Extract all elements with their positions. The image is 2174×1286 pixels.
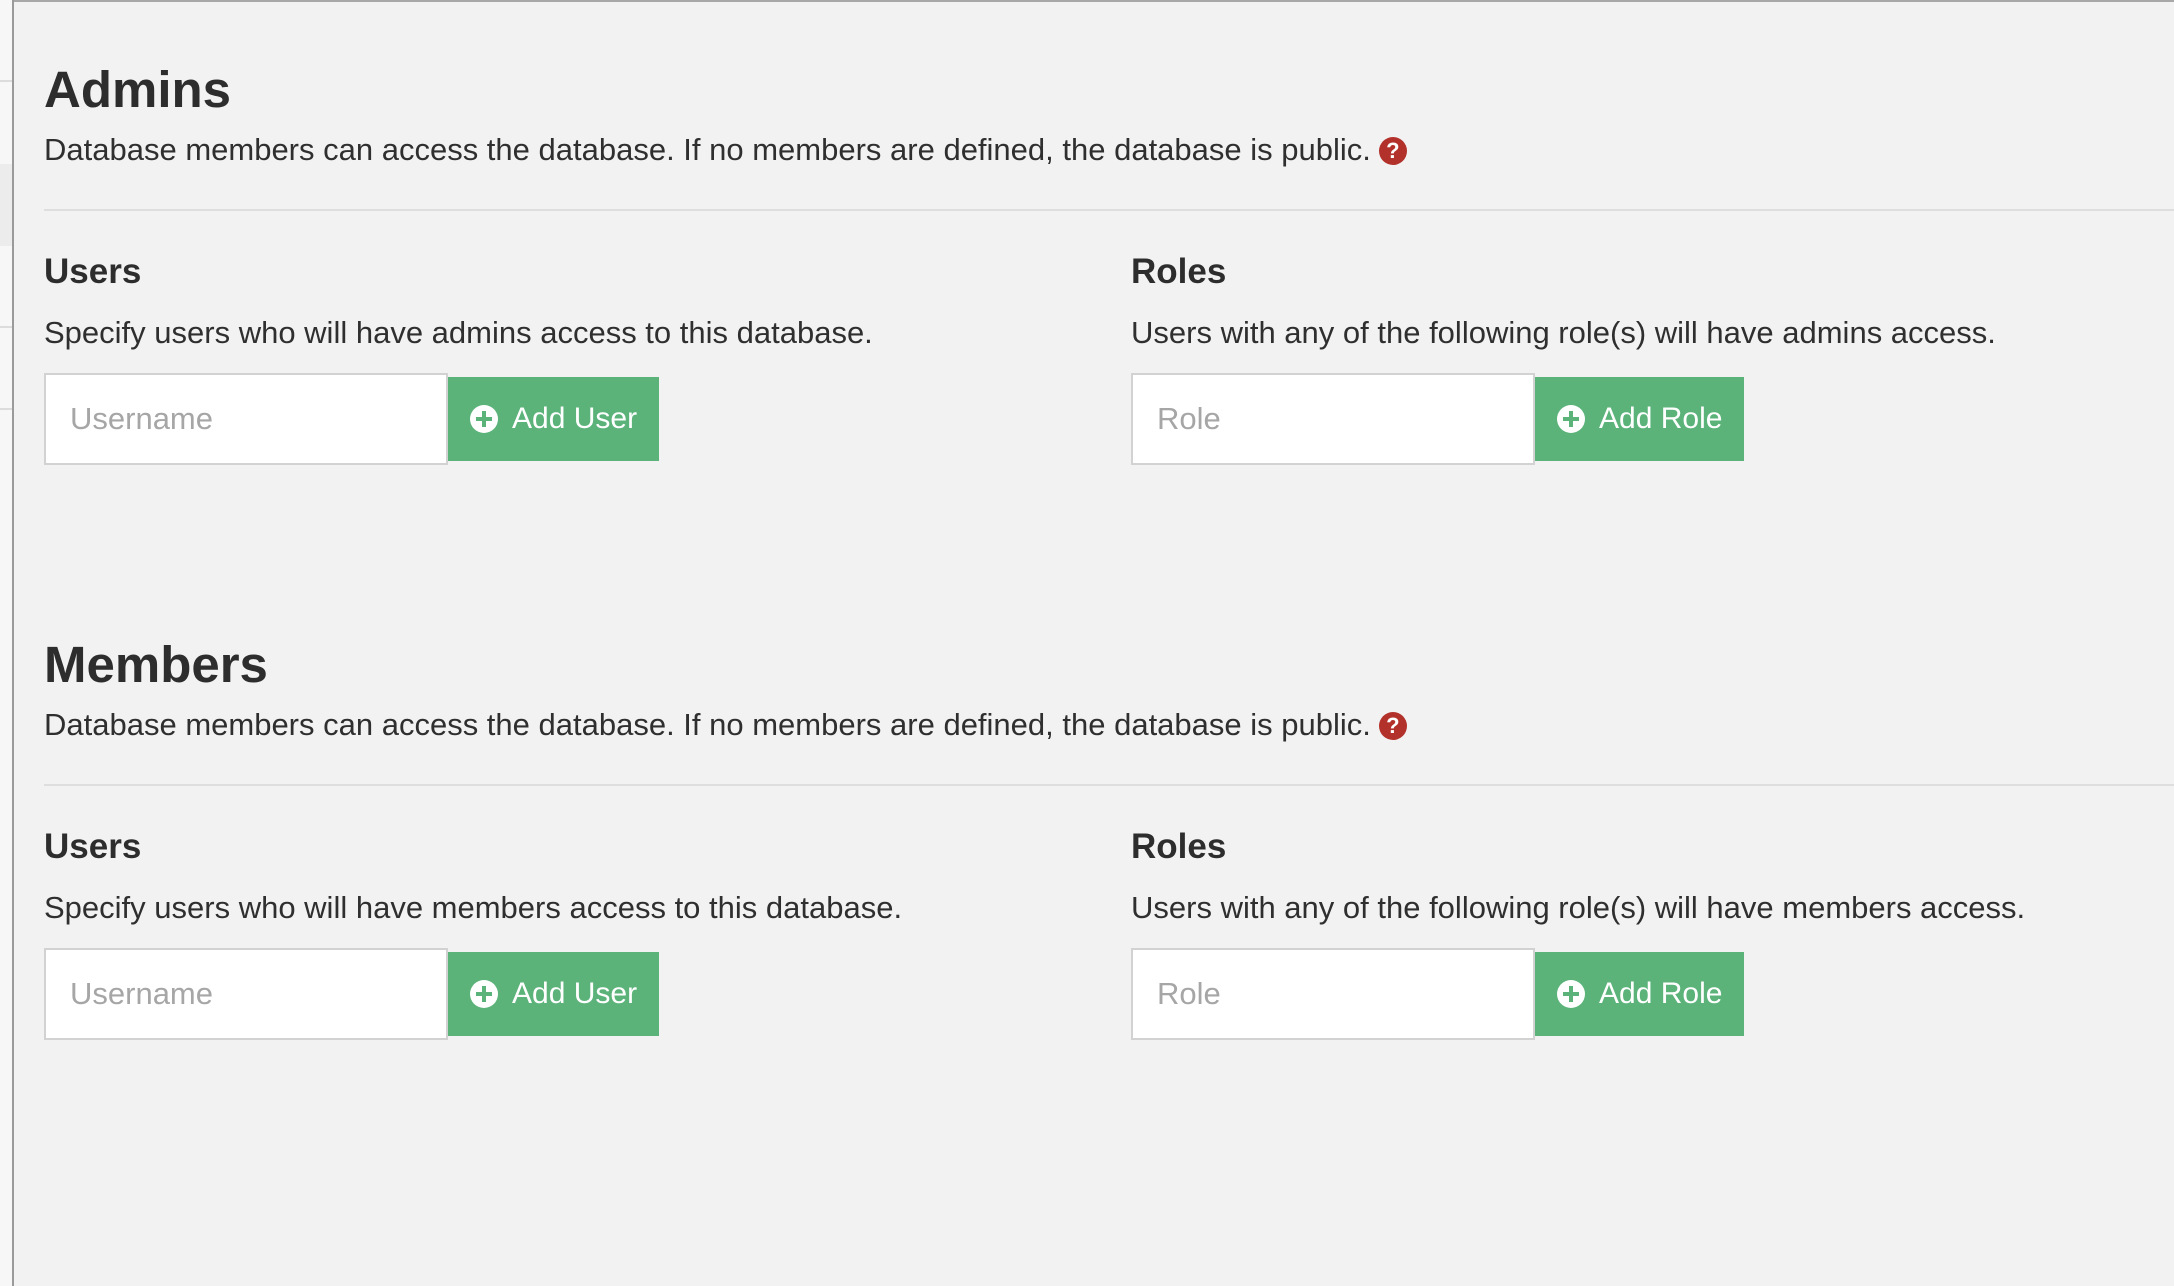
- add-user-label: Add User: [512, 977, 638, 1010]
- section-title: Admins: [44, 61, 232, 118]
- add-user-group: Add User: [44, 373, 660, 465]
- add-role-label: Add Role: [1599, 402, 1723, 435]
- members-role-input[interactable]: [1131, 948, 1535, 1040]
- plus-circle-icon: [1557, 980, 1585, 1008]
- left-panel-divider: [0, 408, 12, 410]
- members-add-user-button[interactable]: Add User: [448, 952, 660, 1036]
- left-panel-shaded-row: [0, 164, 12, 246]
- plus-circle-icon: [470, 980, 498, 1008]
- admins-username-input[interactable]: [44, 373, 448, 465]
- question-circle-icon[interactable]: ?: [1378, 712, 1407, 740]
- plus-circle-icon: [1557, 405, 1585, 433]
- section-description: Database members can access the database…: [44, 705, 1407, 745]
- section-divider: [44, 784, 2174, 786]
- section-divider: [44, 209, 2174, 211]
- roles-description: Users with any of the following role(s) …: [1131, 890, 2026, 925]
- users-title: Users: [44, 827, 142, 866]
- add-user-group: Add User: [44, 948, 660, 1040]
- question-circle-icon[interactable]: ?: [1378, 137, 1407, 165]
- users-title: Users: [44, 252, 142, 291]
- roles-title: Roles: [1131, 827, 1227, 866]
- members-add-role-button[interactable]: Add Role: [1535, 952, 1745, 1036]
- plus-circle-icon: [470, 405, 498, 433]
- users-description: Specify users who will have admins acces…: [44, 315, 873, 350]
- left-panel-border: [12, 0, 14, 1286]
- section-description-text: Database members can access the database…: [44, 132, 1371, 167]
- roles-description: Users with any of the following role(s) …: [1131, 315, 1996, 350]
- left-panel-divider: [0, 326, 12, 328]
- add-user-label: Add User: [512, 402, 638, 435]
- members-username-input[interactable]: [44, 948, 448, 1040]
- left-panel-edge: [0, 0, 12, 1286]
- admins-role-input[interactable]: [1131, 373, 1535, 465]
- section-title: Members: [44, 636, 268, 693]
- admins-add-user-button[interactable]: Add User: [448, 377, 660, 461]
- window-top-border: [0, 0, 2174, 2]
- section-description: Database members can access the database…: [44, 130, 1407, 170]
- left-panel-divider: [0, 80, 12, 82]
- roles-title: Roles: [1131, 252, 1227, 291]
- add-role-group: Add Role: [1131, 373, 1745, 465]
- add-role-group: Add Role: [1131, 948, 1745, 1040]
- admins-add-role-button[interactable]: Add Role: [1535, 377, 1745, 461]
- section-description-text: Database members can access the database…: [44, 707, 1371, 742]
- add-role-label: Add Role: [1599, 977, 1723, 1010]
- users-description: Specify users who will have members acce…: [44, 890, 903, 925]
